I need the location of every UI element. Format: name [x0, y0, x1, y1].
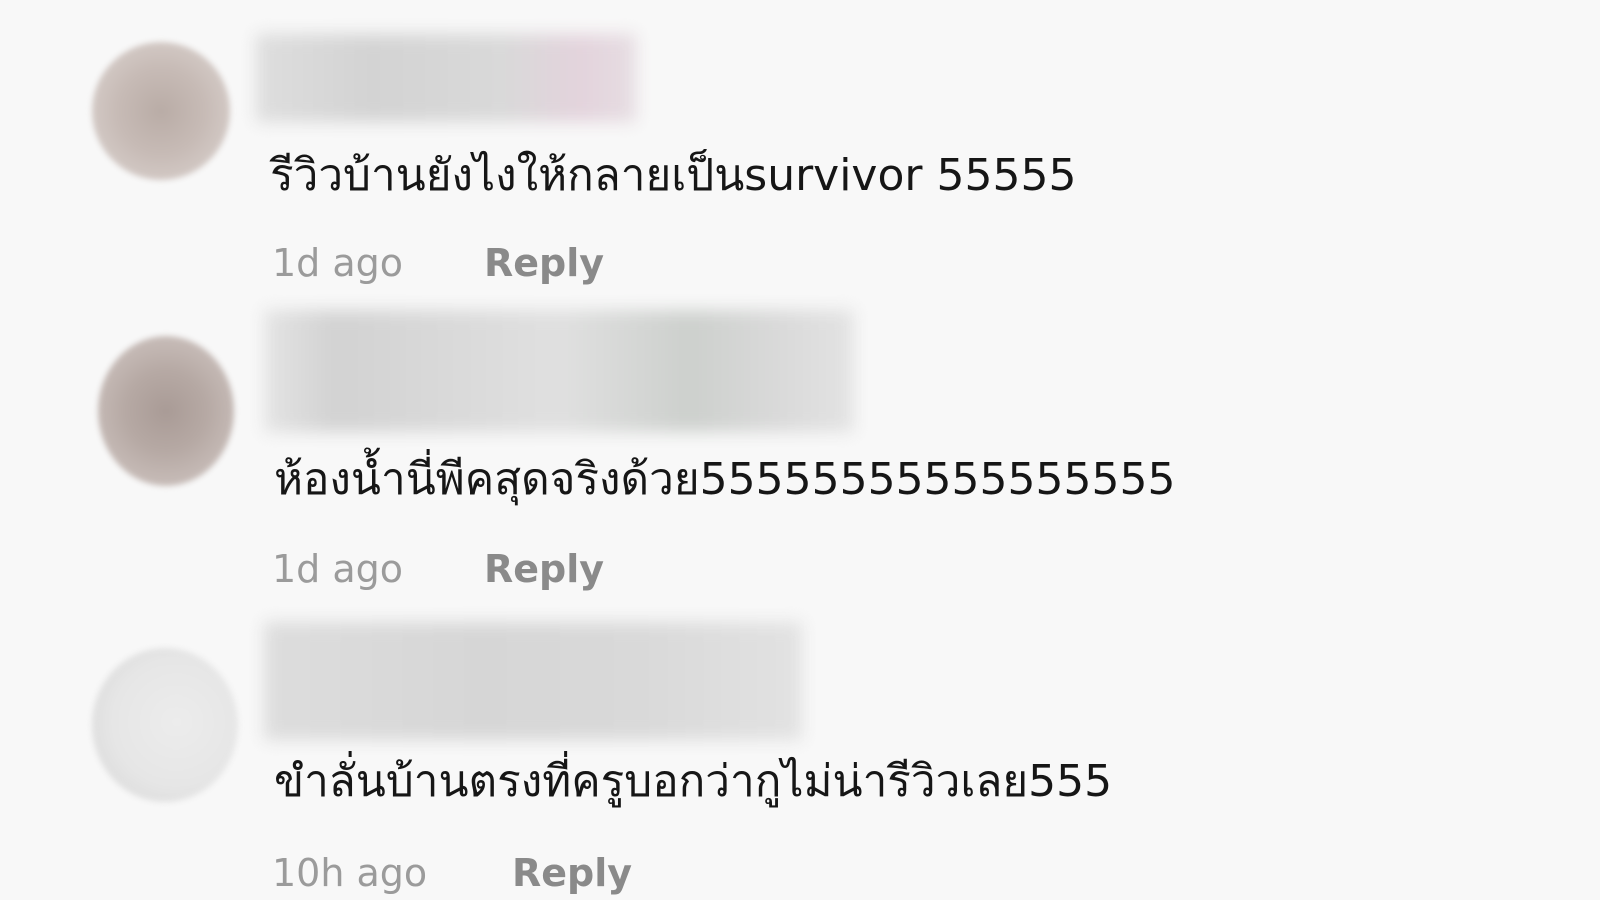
comment-timestamp: 10h ago	[272, 851, 428, 895]
comment-timestamp: 1d ago	[272, 547, 404, 591]
avatar[interactable]	[92, 648, 238, 802]
comment-text: รีวิวบ้านยังไงให้กลายเป็นsurvivor 55555	[270, 150, 1077, 201]
username-blurred[interactable]	[264, 310, 854, 432]
reply-button[interactable]: Reply	[484, 238, 604, 288]
comment-list: รีวิวบ้านยังไงให้กลายเป็นsurvivor 55555 …	[0, 0, 1600, 900]
avatar[interactable]	[98, 336, 234, 486]
comment-timestamp: 1d ago	[272, 241, 404, 285]
reply-button[interactable]: Reply	[512, 848, 632, 898]
comment-text: ห้องน้ำนี่พีคสุดจริงด้วย5555555555555555…	[274, 454, 1176, 505]
comment-text: ขำลั่นบ้านตรงที่ครูบอกว่ากูไม่น่ารีวิวเล…	[274, 756, 1113, 807]
username-blurred[interactable]	[264, 622, 802, 740]
username-blurred[interactable]	[256, 34, 636, 122]
reply-button[interactable]: Reply	[484, 544, 604, 594]
avatar[interactable]	[92, 42, 230, 180]
